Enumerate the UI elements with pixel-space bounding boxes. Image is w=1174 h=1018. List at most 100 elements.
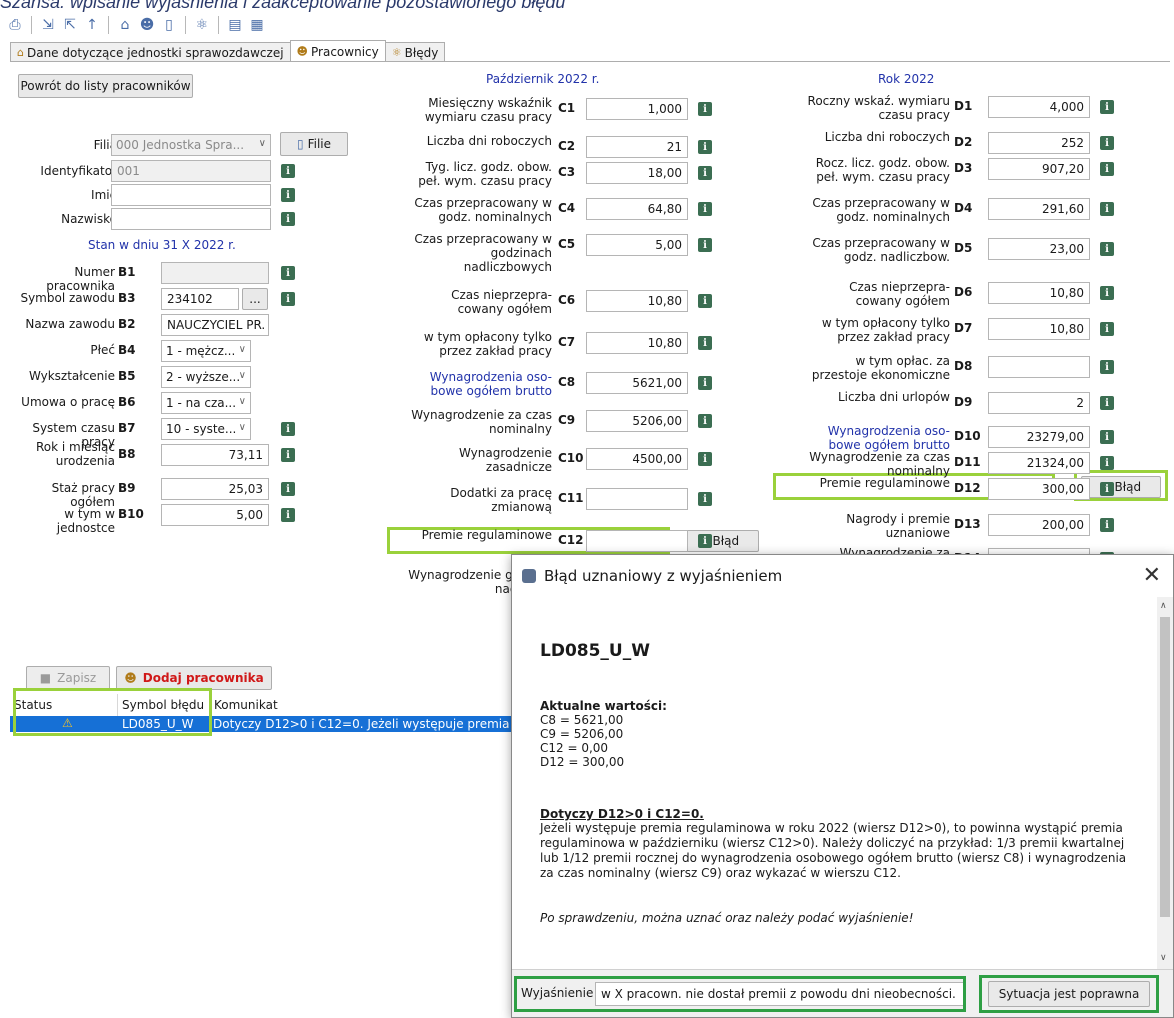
info-icon[interactable]: i (698, 336, 712, 350)
field-input-d3[interactable]: 907,20 (988, 158, 1090, 180)
field-input-d12[interactable]: 300,00 (988, 478, 1090, 500)
info-icon[interactable]: i (281, 422, 295, 436)
mid-error-button[interactable]: ⚠ Błąd (679, 530, 759, 552)
field-input-b3[interactable]: 234102 (161, 288, 239, 310)
info-icon[interactable]: i (698, 534, 712, 548)
info-icon[interactable]: i (1100, 396, 1114, 410)
info-icon[interactable]: i (698, 140, 712, 154)
binary-icon[interactable]: ▦ (248, 16, 266, 34)
info-icon[interactable]: i (1100, 518, 1114, 532)
info-icon[interactable]: i (281, 448, 295, 462)
save-button[interactable]: ■ Zapisz (26, 666, 110, 690)
field-select-b5[interactable]: 2 - wyższe... ∨ (161, 366, 251, 388)
imie-field[interactable] (111, 184, 271, 206)
field-input-d13[interactable]: 200,00 (988, 514, 1090, 536)
database-icon[interactable]: ▯ (160, 16, 178, 34)
field-input-d5[interactable]: 23,00 (988, 238, 1090, 260)
export-icon[interactable]: ⇱ (61, 16, 79, 34)
info-icon[interactable]: i (698, 452, 712, 466)
field-input-b9[interactable]: 25,03 (161, 478, 269, 500)
field-input-b2[interactable]: NAUCZYCIEL PR. (161, 314, 269, 336)
column-header-status[interactable]: Status (10, 694, 118, 716)
field-input-b8[interactable]: 73,11 (161, 444, 269, 466)
print-icon[interactable]: ⎙ (6, 16, 24, 34)
back-to-list-button[interactable]: Powrót do listy pracowników (18, 74, 193, 98)
right-error-button[interactable]: ⚠ Błąd (1081, 476, 1161, 498)
info-icon[interactable]: i (1100, 430, 1114, 444)
field-input-c10[interactable]: 4500,00 (586, 448, 688, 470)
info-icon[interactable]: i (281, 266, 295, 280)
field-input-c3[interactable]: 18,00 (586, 162, 688, 184)
field-input-c6[interactable]: 10,80 (586, 290, 688, 312)
upload-icon[interactable]: ↑ (83, 16, 101, 34)
field-input-d2[interactable]: 252 (988, 132, 1090, 154)
field-input-b1[interactable] (161, 262, 269, 284)
info-icon[interactable]: i (1100, 162, 1114, 176)
field-input-c8[interactable]: 5621,00 (586, 372, 688, 394)
explanation-input[interactable]: w X pracown. nie dostał premii z powodu … (595, 982, 965, 1006)
field-select-b6[interactable]: 1 - na cza... ∨ (161, 392, 251, 414)
info-icon[interactable]: i (1100, 242, 1114, 256)
field-input-c9[interactable]: 5206,00 (586, 410, 688, 432)
import-icon[interactable]: ⇲ (39, 16, 57, 34)
info-icon[interactable]: i (281, 508, 295, 522)
field-input-d6[interactable]: 10,80 (988, 282, 1090, 304)
info-icon[interactable]: i (1100, 456, 1114, 470)
field-input-c12[interactable] (586, 530, 688, 552)
browse-button[interactable]: ... (242, 288, 268, 310)
info-icon[interactable]: i (698, 102, 712, 116)
field-select-b7[interactable]: 10 - syste... ∨ (161, 418, 251, 440)
info-icon[interactable]: i (281, 164, 295, 178)
field-input-c1[interactable]: 1,000 (586, 98, 688, 120)
field-select-b4[interactable]: 1 - mężcz... ∨ (161, 340, 251, 362)
info-icon[interactable]: i (281, 482, 295, 496)
field-input-c7[interactable]: 10,80 (586, 332, 688, 354)
info-icon[interactable]: i (698, 202, 712, 216)
document-icon[interactable]: ▤ (226, 16, 244, 34)
tab-errors[interactable]: ⚛ Błędy (384, 42, 446, 62)
add-employee-button[interactable]: ☻ Dodaj pracownika (116, 666, 272, 690)
info-icon[interactable]: i (1100, 322, 1114, 336)
scroll-up-icon[interactable]: ∧ (1160, 601, 1167, 611)
info-icon[interactable]: i (1100, 482, 1114, 496)
column-header-code[interactable]: Symbol błędu (118, 694, 210, 716)
field-input-c4[interactable]: 64,80 (586, 198, 688, 220)
info-icon[interactable]: i (1100, 136, 1114, 150)
tab-unit-data[interactable]: ⌂ Dane dotyczące jednostki sprawozdawczej (10, 42, 291, 62)
info-icon[interactable]: i (281, 212, 295, 226)
info-icon[interactable]: i (698, 294, 712, 308)
info-icon[interactable]: i (1100, 100, 1114, 114)
info-icon[interactable]: i (281, 188, 295, 202)
dialog-scrollbar[interactable]: ∧ ∨ (1157, 597, 1173, 969)
nazwisko-field[interactable] (111, 208, 271, 230)
field-input-c11[interactable] (586, 488, 688, 510)
field-input-d10[interactable]: 23279,00 (988, 426, 1090, 448)
field-input-c2[interactable]: 21 (586, 136, 688, 158)
field-input-c5[interactable]: 5,00 (586, 234, 688, 256)
info-icon[interactable]: i (281, 292, 295, 306)
info-icon[interactable]: i (698, 238, 712, 252)
field-input-d11[interactable]: 21324,00 (988, 452, 1090, 474)
field-input-d7[interactable]: 10,80 (988, 318, 1090, 340)
filia-select[interactable]: 000 Jednostka Spra... ∨ (111, 134, 271, 156)
identyfikator-field[interactable]: 001 (111, 160, 271, 182)
tab-employees[interactable]: ☻ Pracownicy (289, 40, 386, 62)
field-input-d9[interactable]: 2 (988, 392, 1090, 414)
field-input-d8[interactable] (988, 356, 1090, 378)
accept-button[interactable]: Sytuacja jest poprawna (988, 981, 1150, 1007)
info-icon[interactable]: i (1100, 360, 1114, 374)
field-input-b10[interactable]: 5,00 (161, 504, 269, 526)
info-icon[interactable]: i (698, 492, 712, 506)
info-icon[interactable]: i (1100, 202, 1114, 216)
info-icon[interactable]: i (698, 376, 712, 390)
filie-button[interactable]: ▯ Filie (280, 132, 348, 156)
home-icon[interactable]: ⌂ (116, 16, 134, 34)
scroll-down-icon[interactable]: ∨ (1160, 953, 1167, 963)
errors-icon[interactable]: ⚛ (193, 16, 211, 34)
close-icon[interactable]: ✕ (1143, 563, 1161, 588)
info-icon[interactable]: i (698, 414, 712, 428)
info-icon[interactable]: i (698, 166, 712, 180)
info-icon[interactable]: i (1100, 286, 1114, 300)
field-input-d4[interactable]: 291,60 (988, 198, 1090, 220)
scroll-thumb[interactable] (1160, 617, 1170, 917)
